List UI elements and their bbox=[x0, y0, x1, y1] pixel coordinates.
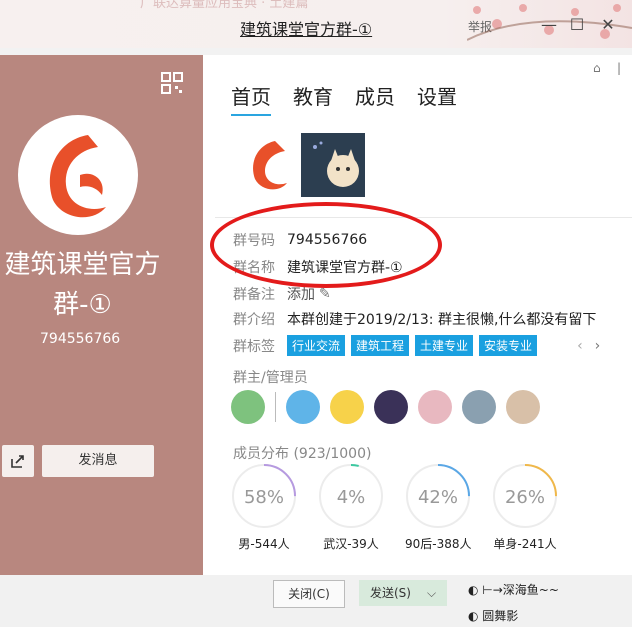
avatar[interactable] bbox=[231, 390, 265, 424]
close-window-button[interactable]: ✕ bbox=[597, 14, 619, 36]
distribution-label: 成员分布 bbox=[233, 446, 289, 462]
minimize-button[interactable]: — bbox=[538, 14, 560, 36]
group-tags-row: 群标签 行业交流 建筑工程 土建专业 安装专业 ‹ › bbox=[233, 335, 600, 356]
tab-bar: 首页 教育 成员 设置 bbox=[231, 81, 457, 116]
group-remark-label: 群备注 bbox=[233, 287, 275, 303]
stat-percent: 42% bbox=[418, 487, 458, 508]
avatar[interactable] bbox=[286, 390, 320, 424]
distribution-heading: 成员分布 (923/1000) bbox=[233, 443, 371, 463]
tag-chip[interactable]: 行业交流 bbox=[287, 335, 346, 356]
share-button[interactable] bbox=[2, 445, 34, 477]
distribution-stat: 58% 男-544人 bbox=[231, 463, 297, 552]
group-name-large: 建筑课堂官方群-① bbox=[4, 250, 161, 320]
tag-chip[interactable]: 建筑工程 bbox=[351, 335, 410, 356]
send-message-button[interactable]: 发消息 bbox=[42, 445, 154, 477]
stat-ring: 58% bbox=[232, 464, 296, 528]
member-name: ⊢→深海鱼~~ bbox=[482, 583, 559, 597]
group-number-small: 794556766 bbox=[40, 331, 121, 347]
distribution-stat: 4% 武汉-39人 bbox=[318, 463, 384, 552]
qr-code-icon[interactable] bbox=[160, 71, 184, 95]
stat-caption: 单身-241人 bbox=[493, 537, 557, 551]
group-detail-panel: ⌂ | 首页 教育 成员 设置 群号码 794556766 群名称 建筑课堂官方… bbox=[203, 55, 632, 575]
stat-ring: 42% bbox=[406, 464, 470, 528]
tag-chip[interactable]: 安装专业 bbox=[479, 335, 538, 356]
stat-caption: 武汉-39人 bbox=[323, 537, 379, 551]
stat-ring: 26% bbox=[493, 464, 557, 528]
chevron-left-icon[interactable]: ‹ bbox=[577, 338, 583, 354]
stat-percent: 58% bbox=[244, 487, 284, 508]
stat-caption: 男-544人 bbox=[238, 537, 290, 551]
send-button-label: 发送(S) bbox=[370, 586, 411, 600]
group-profile-panel: 建筑课堂官方群-① 794556766 发消息 bbox=[0, 55, 203, 575]
album-photo-logo[interactable] bbox=[243, 133, 297, 197]
divider bbox=[275, 392, 276, 422]
stat-percent: 26% bbox=[505, 487, 545, 508]
title-bar: 广联达算量应用宝典 · 土建篇 建筑课堂官方群-① 举报 — ☐ ✕ bbox=[0, 0, 632, 48]
avatar[interactable] bbox=[462, 390, 496, 424]
album-thumbnails bbox=[243, 133, 365, 197]
close-button[interactable]: 关闭(C) bbox=[273, 580, 345, 608]
home-icon[interactable]: ⌂ bbox=[593, 61, 601, 75]
member-name: 圆舞影 bbox=[482, 609, 519, 623]
avatar[interactable] bbox=[418, 390, 452, 424]
tab-members[interactable]: 成员 bbox=[355, 81, 395, 116]
highlight-oval bbox=[210, 202, 442, 288]
avatar: ◐ bbox=[468, 609, 483, 623]
distribution-stats: 58% 男-544人 4% 武汉-39人 42% 90后-388人 26% 单身-241人 bbox=[231, 463, 558, 552]
chevron-right-icon[interactable]: › bbox=[595, 338, 601, 354]
distribution-count: (923/1000) bbox=[293, 446, 372, 462]
group-intro-row: 群介绍 本群创建于2019/2/13: 群主很懒,什么都没有留下 bbox=[233, 309, 596, 329]
group-tags-label: 群标签 bbox=[233, 338, 275, 355]
member-list-item[interactable]: ◐ ⊢→深海鱼~~ bbox=[468, 581, 559, 598]
distribution-stat: 42% 90后-388人 bbox=[405, 463, 472, 552]
avatar[interactable] bbox=[506, 390, 540, 424]
avatar[interactable] bbox=[330, 390, 364, 424]
menu-icon[interactable]: | bbox=[617, 61, 621, 75]
chevron-down-icon[interactable]: ⌵ bbox=[427, 580, 436, 606]
tab-education[interactable]: 教育 bbox=[293, 81, 333, 116]
share-icon bbox=[11, 455, 24, 468]
stat-caption: 90后-388人 bbox=[405, 537, 472, 551]
send-button[interactable]: 发送(S) ⌵ bbox=[359, 580, 447, 606]
tab-home[interactable]: 首页 bbox=[231, 81, 271, 116]
distribution-stat: 26% 单身-241人 bbox=[492, 463, 558, 552]
avatar[interactable] bbox=[374, 390, 408, 424]
group-intro-label: 群介绍 bbox=[233, 312, 275, 328]
avatar: ◐ bbox=[468, 583, 483, 597]
window-title: 建筑课堂官方群-① bbox=[240, 20, 373, 39]
background-window-title: 广联达算量应用宝典 · 土建篇 bbox=[140, 0, 309, 11]
maximize-button[interactable]: ☐ bbox=[566, 14, 588, 36]
group-avatar[interactable] bbox=[18, 115, 138, 235]
stat-ring: 4% bbox=[319, 464, 383, 528]
album-photo-cat[interactable] bbox=[301, 133, 365, 197]
stat-percent: 4% bbox=[337, 487, 366, 508]
edit-icon[interactable]: ✎ bbox=[319, 286, 331, 302]
tag-chip[interactable]: 土建专业 bbox=[415, 335, 474, 356]
member-list-item[interactable]: ◐ 圆舞影 bbox=[468, 607, 518, 624]
admins-list bbox=[231, 390, 540, 424]
admins-heading: 群主/管理员 bbox=[233, 370, 308, 386]
group-intro-value: 本群创建于2019/2/13: 群主很懒,什么都没有留下 bbox=[287, 312, 597, 328]
tab-settings[interactable]: 设置 bbox=[417, 81, 457, 116]
